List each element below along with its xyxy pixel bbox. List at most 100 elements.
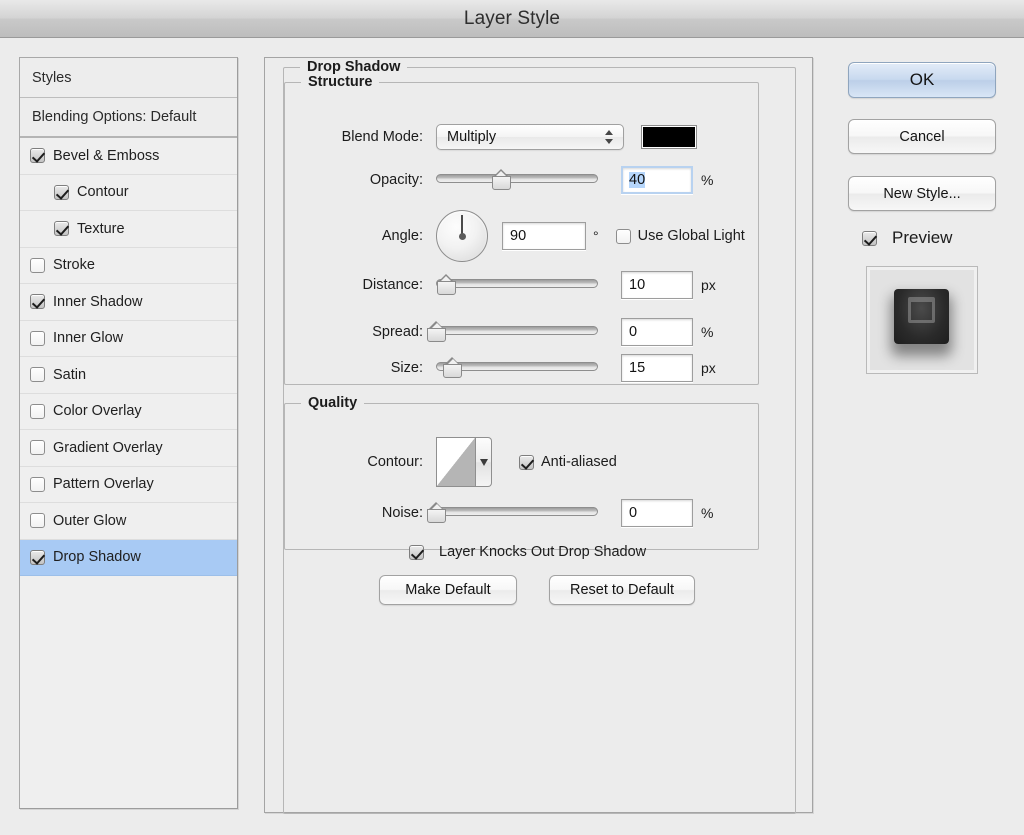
shadow-color-swatch[interactable] xyxy=(641,125,697,149)
window-title: Layer Style xyxy=(463,7,561,29)
angle-row: Angle: 90 ° Use Global Light xyxy=(303,208,745,264)
blend-mode-label: Blend Mode: xyxy=(341,129,423,145)
effect-enable-checkbox[interactable] xyxy=(30,148,45,164)
sidebar-item-contour[interactable]: Contour xyxy=(20,174,237,211)
noise-slider-knob[interactable] xyxy=(427,502,446,523)
effect-enable-checkbox[interactable] xyxy=(54,184,69,200)
structure-group-title: Structure xyxy=(301,74,380,90)
distance-label: Distance: xyxy=(362,277,423,293)
size-slider[interactable] xyxy=(436,357,598,378)
sidebar-item-inner-shadow[interactable]: Inner Shadow xyxy=(20,284,237,321)
sidebar-item-color-overlay[interactable]: Color Overlay xyxy=(20,393,237,430)
spread-row: Spread: 0 % xyxy=(303,318,714,346)
sidebar-item-label: Outer Glow xyxy=(53,512,127,529)
effect-enable-checkbox[interactable] xyxy=(30,330,45,346)
sidebar-item-blending-options[interactable]: Blending Options: Default xyxy=(20,98,237,138)
sidebar-item-outer-glow[interactable]: Outer Glow xyxy=(20,503,237,540)
effect-enable-checkbox[interactable] xyxy=(30,294,45,310)
preview-shape-inner xyxy=(908,297,935,323)
opacity-input[interactable]: 40 xyxy=(621,166,693,194)
distance-slider-track xyxy=(436,279,598,288)
sidebar-item-pattern-overlay[interactable]: Pattern Overlay xyxy=(20,466,237,503)
sidebar-item-inner-glow[interactable]: Inner Glow xyxy=(20,320,237,357)
sidebar-item-drop-shadow[interactable]: Drop Shadow xyxy=(20,539,237,576)
anti-aliased-checkbox[interactable] xyxy=(519,454,534,470)
preview-label: Preview xyxy=(892,228,953,247)
distance-slider-knob[interactable] xyxy=(436,274,456,295)
quality-group-title: Quality xyxy=(301,395,365,411)
chevron-updown-icon xyxy=(605,129,614,145)
preview-checkbox[interactable] xyxy=(862,230,877,246)
effect-enable-checkbox[interactable] xyxy=(30,549,45,565)
use-global-light-label: Use Global Light xyxy=(637,228,745,244)
opacity-slider[interactable] xyxy=(436,169,598,190)
size-slider-knob[interactable] xyxy=(443,357,463,378)
sidebar-item-label: Stroke xyxy=(53,257,95,274)
new-style-button[interactable]: New Style... xyxy=(848,176,996,211)
opacity-row: Opacity: 40 % xyxy=(303,166,713,194)
sidebar-item-gradient-overlay[interactable]: Gradient Overlay xyxy=(20,430,237,467)
angle-value: 90 xyxy=(510,228,527,244)
spread-label: Spread: xyxy=(372,324,423,340)
ok-button[interactable]: OK xyxy=(848,62,996,98)
blend-mode-value: Multiply xyxy=(447,129,497,145)
opacity-label: Opacity: xyxy=(369,172,423,188)
sidebar-header-styles: Styles xyxy=(20,58,237,98)
blend-mode-select[interactable]: Multiply xyxy=(436,124,624,150)
use-global-light-checkbox[interactable] xyxy=(615,228,631,244)
spread-slider-knob[interactable] xyxy=(427,321,446,342)
opacity-slider-knob[interactable] xyxy=(491,169,511,190)
structure-group: Structure Blend Mode: Multiply Opacity: xyxy=(284,74,759,385)
effect-enable-checkbox[interactable] xyxy=(30,513,45,529)
sidebar-item-label: Texture xyxy=(77,220,125,237)
size-label: Size: xyxy=(390,360,423,376)
noise-unit: % xyxy=(701,505,714,521)
noise-slider[interactable] xyxy=(427,502,598,523)
preview-row: Preview xyxy=(862,228,952,248)
sidebar-item-satin[interactable]: Satin xyxy=(20,357,237,394)
opacity-value: 40 xyxy=(629,172,646,188)
contour-dropdown-arrow-icon[interactable] xyxy=(476,437,492,487)
contour-preview-icon xyxy=(436,437,476,487)
layer-knocks-out-label: Layer Knocks Out Drop Shadow xyxy=(439,544,647,560)
title-bar[interactable]: Layer Style xyxy=(0,0,1024,38)
sidebar-item-label: Gradient Overlay xyxy=(53,439,163,456)
anti-aliased-label: Anti-aliased xyxy=(541,454,617,470)
sidebar-item-label: Inner Glow xyxy=(53,330,124,347)
layer-knocks-out-checkbox[interactable] xyxy=(409,544,424,560)
make-default-button[interactable]: Make Default xyxy=(379,575,517,605)
distance-value: 10 xyxy=(629,277,646,293)
distance-input[interactable]: 10 xyxy=(621,271,693,299)
size-row: Size: 15 px xyxy=(303,354,716,382)
effect-enable-checkbox[interactable] xyxy=(30,403,45,419)
spread-slider[interactable] xyxy=(427,321,598,342)
noise-input[interactable]: 0 xyxy=(621,499,693,527)
effect-enable-checkbox[interactable] xyxy=(54,221,69,237)
sidebar-item-stroke[interactable]: Stroke xyxy=(20,247,237,284)
sidebar-item-bevel-emboss[interactable]: Bevel & Emboss xyxy=(20,138,237,175)
noise-row: Noise: 0 % xyxy=(303,499,714,527)
noise-slider-track xyxy=(436,507,598,516)
angle-dial-hub xyxy=(458,232,466,240)
preview-shape xyxy=(894,289,949,344)
sidebar-item-texture[interactable]: Texture xyxy=(20,211,237,248)
distance-slider[interactable] xyxy=(436,274,598,295)
angle-dial[interactable] xyxy=(436,210,488,262)
cancel-button[interactable]: Cancel xyxy=(848,119,996,154)
reset-to-default-button[interactable]: Reset to Default xyxy=(549,575,695,605)
contour-row: Contour: Anti-aliased xyxy=(303,436,617,488)
angle-label: Angle: xyxy=(381,228,423,244)
effect-enable-checkbox[interactable] xyxy=(30,367,45,383)
effect-enable-checkbox[interactable] xyxy=(30,440,45,456)
effect-enable-checkbox[interactable] xyxy=(30,257,45,273)
styles-sidebar[interactable]: Styles Blending Options: Default Bevel &… xyxy=(19,57,238,809)
size-input[interactable]: 15 xyxy=(621,354,693,382)
contour-picker[interactable] xyxy=(436,437,492,487)
effect-enable-checkbox[interactable] xyxy=(30,476,45,492)
size-unit: px xyxy=(701,360,716,376)
layer-style-dialog: Layer Style Styles Blending Options: Def… xyxy=(0,0,1024,835)
spread-unit: % xyxy=(701,324,714,340)
preview-thumbnail xyxy=(866,266,978,374)
spread-input[interactable]: 0 xyxy=(621,318,693,346)
angle-input[interactable]: 90 xyxy=(502,222,586,250)
